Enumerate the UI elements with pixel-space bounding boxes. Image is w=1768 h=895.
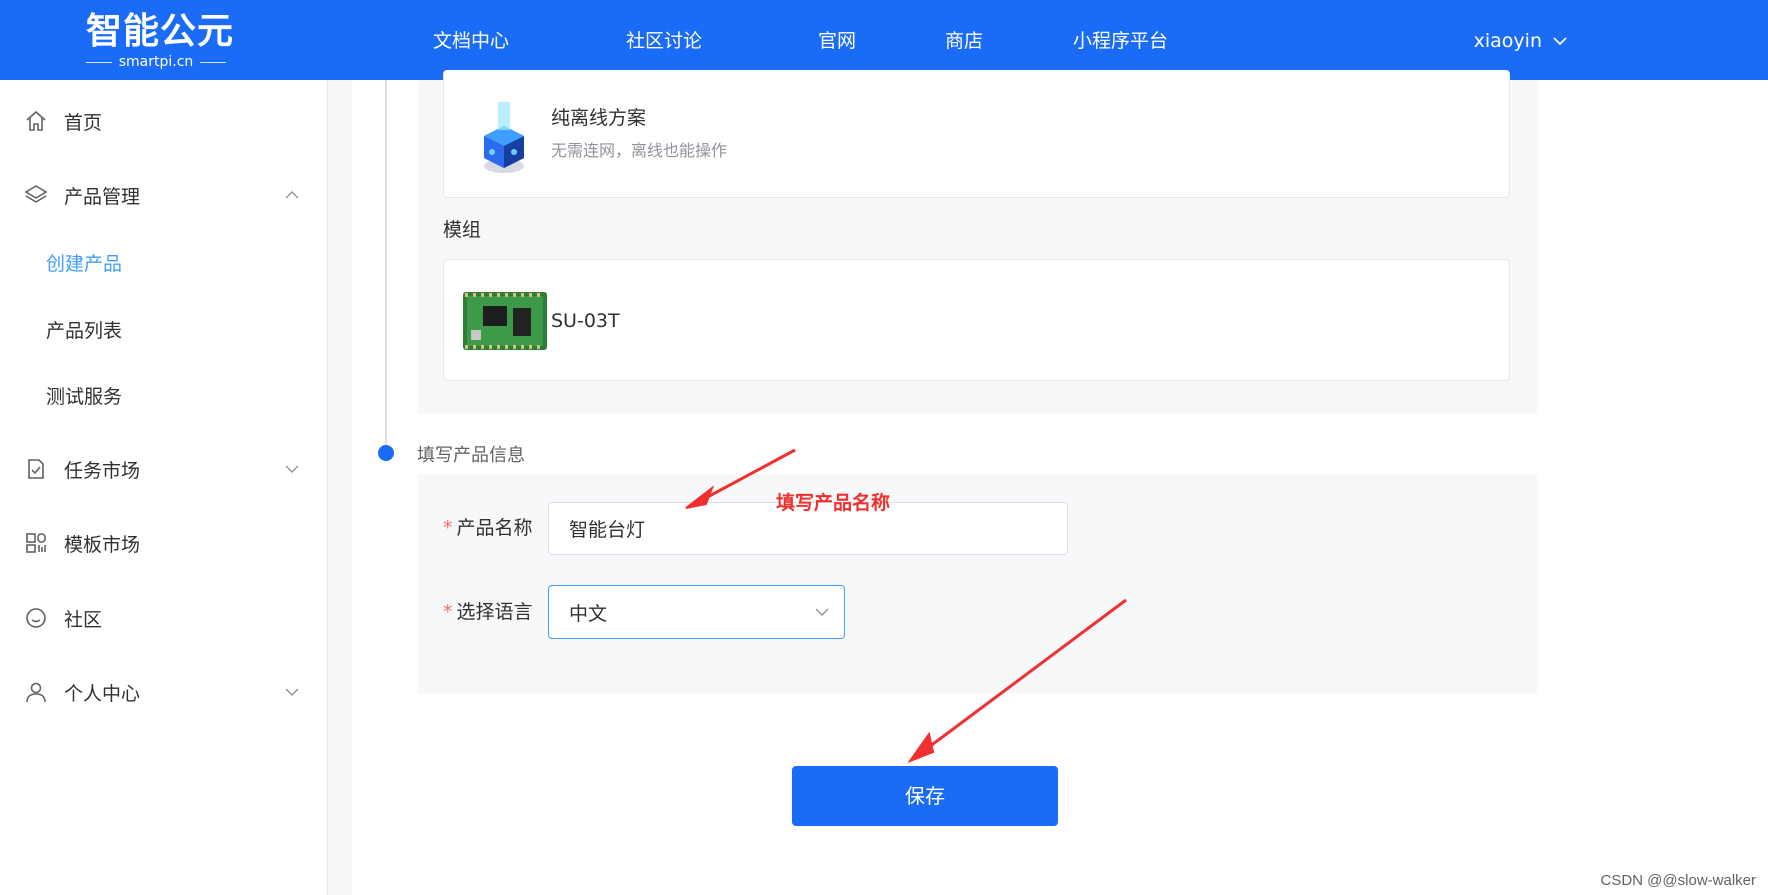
smile-icon — [26, 608, 46, 628]
sidebar-item-community[interactable]: 社区 — [0, 593, 328, 643]
save-button[interactable]: 保存 — [792, 766, 1058, 826]
user-icon — [26, 682, 46, 703]
sidebar-item-label: 产品管理 — [64, 185, 141, 208]
sidebar: 首页 产品管理 创建产品 产品列表 测试服务 任务市场 模板市场 社区 个人中心 — [0, 80, 328, 895]
sidebar-item-label: 个人中心 — [64, 682, 141, 705]
module-section-title: 模组 — [443, 219, 482, 241]
offline-solution-card[interactable] — [443, 70, 1510, 198]
nav-miniprogram[interactable]: 小程序平台 — [1073, 28, 1168, 54]
chevron-down-icon — [285, 688, 299, 696]
nav-official-site[interactable]: 官网 — [818, 28, 856, 54]
sidebar-item-personal-center[interactable]: 个人中心 — [0, 667, 328, 717]
nav-docs[interactable]: 文档中心 — [433, 28, 509, 54]
username: xiaoyin — [1473, 30, 1542, 52]
watermark: CSDN @@slow-walker — [1600, 872, 1756, 889]
product-name-label-text: 产品名称 — [456, 517, 533, 539]
step-dot — [378, 445, 394, 461]
chevron-up-icon — [285, 191, 299, 199]
sidebar-item-task-market[interactable]: 任务市场 — [0, 444, 328, 494]
required-mark: * — [443, 601, 453, 623]
user-menu[interactable]: xiaoyin — [1474, 28, 1568, 54]
logo[interactable]: 智能公元 smartpi.cn — [86, 10, 236, 70]
sidebar-subitem-test-service[interactable]: 测试服务 — [46, 384, 122, 410]
nav-community[interactable]: 社区讨论 — [626, 28, 702, 54]
sidebar-subitem-product-list[interactable]: 产品列表 — [46, 318, 122, 344]
chevron-down-icon — [285, 465, 299, 473]
sidebar-item-home[interactable]: 首页 — [0, 96, 328, 146]
layers-icon — [24, 185, 48, 203]
language-select[interactable]: 中文 — [548, 585, 845, 639]
sidebar-item-product-management[interactable]: 产品管理 — [0, 170, 328, 220]
template-grid-icon — [26, 533, 46, 553]
task-icon — [28, 459, 44, 479]
module-chip-image — [463, 292, 547, 350]
sidebar-item-label: 社区 — [64, 608, 103, 631]
language-selected-value: 中文 — [569, 602, 608, 625]
chevron-down-icon — [1553, 37, 1567, 46]
logo-text: 智能公元 — [86, 11, 235, 52]
chevron-down-icon — [815, 608, 829, 616]
home-icon — [26, 110, 46, 131]
offline-solution-title: 纯离线方案 — [551, 107, 647, 129]
annotation-text: 填写产品名称 — [776, 492, 891, 514]
required-mark: * — [443, 517, 453, 539]
sidebar-item-label: 首页 — [64, 111, 103, 134]
timeline-line — [385, 80, 387, 452]
logo-subtext: smartpi.cn — [86, 54, 226, 70]
sidebar-item-template-market[interactable]: 模板市场 — [0, 518, 328, 568]
top-header: 智能公元 smartpi.cn 文档中心 社区讨论 官网 商店 小程序平台 xi… — [0, 0, 1768, 80]
offline-cube-icon — [484, 102, 524, 173]
offline-solution-desc: 无需连网，离线也能操作 — [551, 141, 728, 160]
nav-shop[interactable]: 商店 — [945, 28, 983, 54]
module-name: SU-03T — [551, 310, 620, 332]
language-label: * 选择语言 — [443, 599, 533, 625]
product-name-label: * 产品名称 — [443, 515, 533, 541]
sidebar-subitem-create-product[interactable]: 创建产品 — [46, 251, 122, 277]
language-label-text: 选择语言 — [456, 601, 533, 623]
sidebar-item-label: 任务市场 — [64, 459, 141, 482]
step-label: 填写产品信息 — [417, 445, 525, 466]
sidebar-item-label: 模板市场 — [64, 533, 141, 556]
